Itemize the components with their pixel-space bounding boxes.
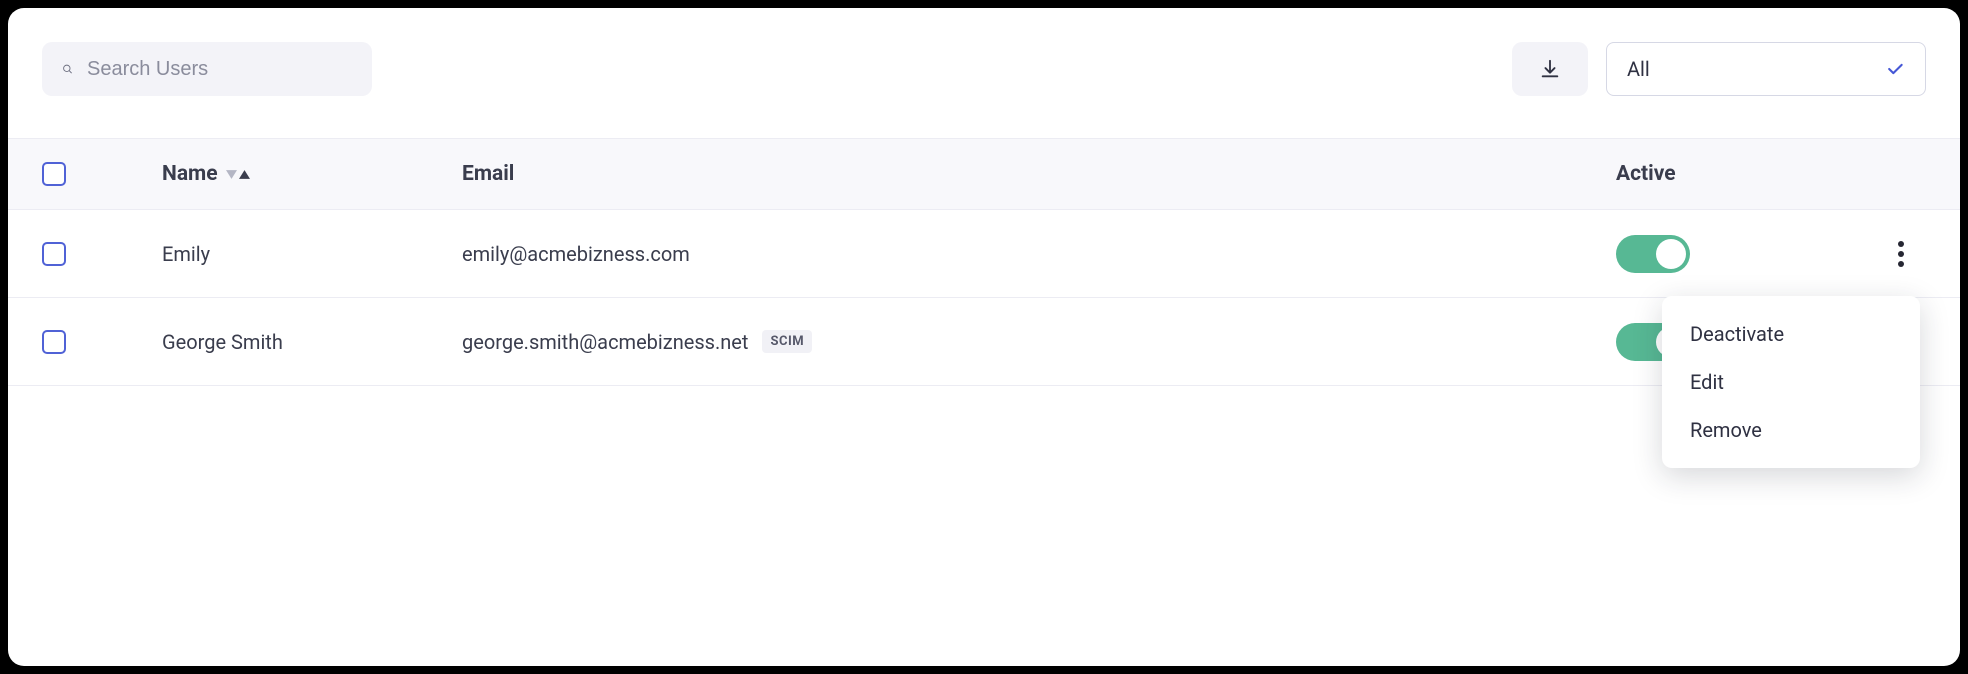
download-icon — [1539, 58, 1561, 80]
filter-select[interactable]: All — [1606, 42, 1926, 96]
sort-asc-icon — [239, 170, 250, 179]
table-header: Name Email Active — [8, 138, 1960, 210]
scim-badge: SCIM — [762, 330, 812, 353]
user-name: George Smith — [162, 330, 283, 354]
sort-control[interactable] — [226, 170, 250, 179]
check-icon — [1885, 59, 1905, 79]
row-actions-button[interactable] — [1887, 236, 1915, 272]
search-field-wrap[interactable] — [42, 42, 372, 96]
search-icon — [62, 59, 73, 79]
user-name: Emily — [162, 242, 210, 266]
toolbar: All — [42, 42, 1926, 96]
users-panel: All Name Email Active Emily — [8, 8, 1960, 666]
menu-item-edit[interactable]: Edit — [1662, 358, 1920, 406]
row-checkbox[interactable] — [42, 330, 66, 354]
table-row: Emily emily@acmebizness.com — [8, 210, 1960, 298]
user-email: george.smith@acmebizness.net — [462, 330, 748, 354]
menu-item-deactivate[interactable]: Deactivate — [1662, 310, 1920, 358]
select-all-checkbox[interactable] — [42, 162, 66, 186]
filter-selected-label: All — [1627, 57, 1650, 81]
menu-item-remove[interactable]: Remove — [1662, 406, 1920, 454]
toggle-knob — [1656, 239, 1686, 269]
row-actions-menu: Deactivate Edit Remove — [1662, 296, 1920, 468]
sort-desc-icon — [226, 170, 237, 179]
user-email: emily@acmebizness.com — [462, 242, 690, 266]
search-input[interactable] — [87, 58, 352, 81]
download-button[interactable] — [1512, 42, 1588, 96]
column-email-header: Email — [462, 162, 514, 186]
active-toggle[interactable] — [1616, 235, 1690, 273]
row-checkbox[interactable] — [42, 242, 66, 266]
column-active-header: Active — [1616, 162, 1676, 186]
column-name-header[interactable]: Name — [162, 162, 218, 186]
